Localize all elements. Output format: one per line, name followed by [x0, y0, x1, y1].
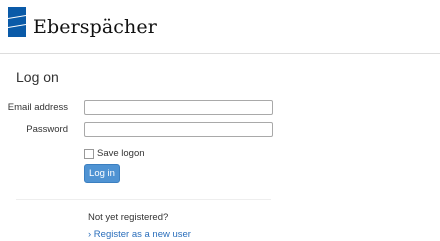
password-field[interactable] [84, 122, 273, 137]
email-field[interactable] [84, 100, 273, 115]
log-in-button[interactable]: Log in [84, 164, 120, 183]
eberspaecher-logo[interactable]: Eberspächer [6, 7, 157, 41]
email-label: Email address [7, 102, 68, 113]
password-label: Password [26, 124, 68, 135]
not-registered-text: Not yet registered? [88, 212, 169, 223]
eberspaecher-mark-icon [8, 7, 26, 37]
save-logon-checkbox[interactable] [84, 149, 94, 159]
site-header: Eberspächer [0, 0, 440, 54]
section-divider [16, 199, 271, 200]
register-link[interactable]: › Register as a new user [88, 229, 191, 240]
save-logon-label[interactable]: Save logon [97, 148, 145, 159]
brand-name: Eberspächer [33, 16, 157, 38]
page-title: Log on [16, 69, 59, 85]
